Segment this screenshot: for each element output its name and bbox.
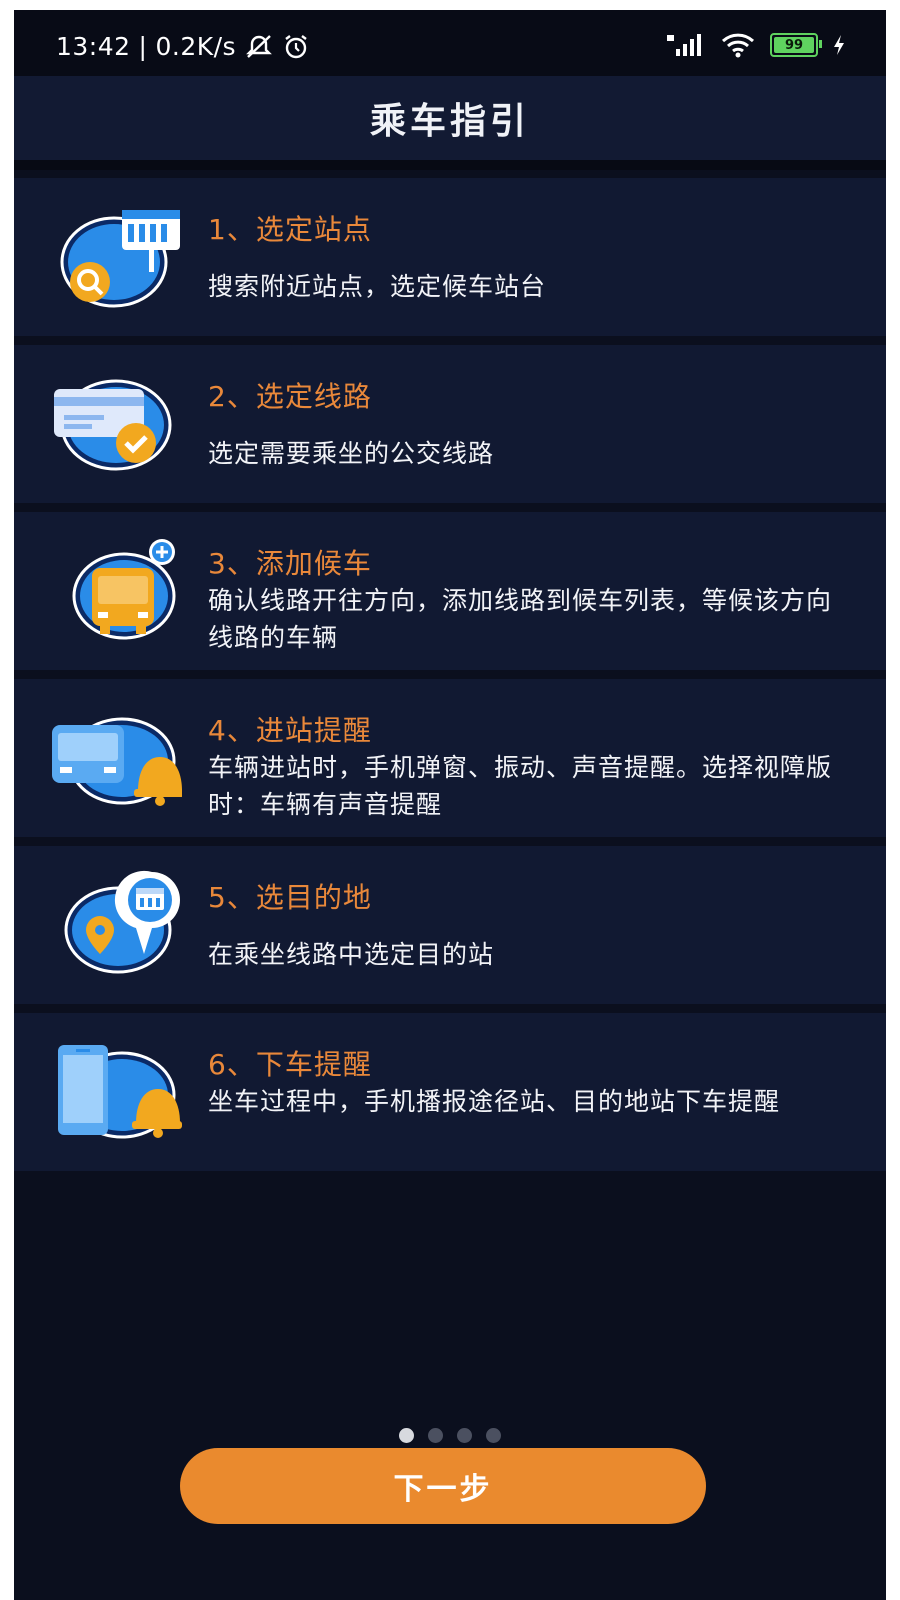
step-select-route: 2、选定线路 选定需要乘坐的公交线路 — [14, 345, 886, 503]
add-bus-icon — [52, 534, 182, 644]
step-description: 选定需要乘坐的公交线路 — [208, 439, 495, 468]
battery-icon: 99 — [770, 33, 822, 57]
page-header: 乘车指引 — [14, 76, 886, 170]
mute-icon — [246, 34, 272, 58]
step-title: 2、选定线路 — [208, 380, 372, 413]
search-station-icon — [52, 200, 182, 310]
step-select-station: 1、选定站点 搜索附近站点，选定候车站台 — [14, 178, 886, 336]
page-title: 乘车指引 — [369, 101, 530, 142]
step-arrival-alert: 4、进站提醒 车辆进站时，手机弹窗、振动、声音提醒。选择视障版时：车辆有声音提醒 — [14, 679, 886, 837]
step-description: 在乘坐线路中选定目的站 — [208, 940, 495, 969]
guide-steps: 1、选定站点 搜索附近站点，选定候车站台 2、选定线路 选定需要乘坐的公交线路 — [14, 178, 886, 1180]
status-divider: | — [138, 32, 148, 61]
page-dot-3[interactable] — [457, 1428, 472, 1443]
step-title: 1、选定站点 — [208, 213, 372, 246]
page-dot-1[interactable] — [399, 1428, 414, 1443]
step-description: 车辆进站时，手机弹窗、振动、声音提醒。选择视障版时：车辆有声音提醒 — [208, 753, 833, 819]
phone-bell-icon — [52, 1035, 182, 1145]
destination-icon — [52, 868, 182, 978]
step-title: 3、添加候车 — [208, 547, 372, 580]
page-indicator — [14, 1428, 886, 1443]
charging-icon — [834, 35, 844, 55]
step-select-destination: 5、选目的地 在乘坐线路中选定目的站 — [14, 846, 886, 1004]
bus-bell-icon — [52, 701, 184, 811]
step-title: 4、进站提醒 — [208, 714, 372, 747]
step-title: 5、选目的地 — [208, 881, 372, 914]
battery-level: 99 — [784, 37, 804, 53]
step-add-waiting: 3、添加候车 确认线路开往方向，添加线路到候车列表，等候该方向线路的车辆 — [14, 512, 886, 670]
app-screen: 13:42 | 0.2K/s 99 乘车指引 1、选定站点 搜索附近站点，选定候… — [14, 10, 886, 1600]
step-title: 6、下车提醒 — [208, 1048, 372, 1081]
step-description: 坐车过程中，手机播报途径站、目的地站下车提醒 — [208, 1087, 781, 1116]
next-step-button[interactable]: 下一步 — [180, 1448, 706, 1524]
step-description: 确认线路开往方向，添加线路到候车列表，等候该方向线路的车辆 — [208, 586, 833, 652]
status-net-speed: 0.2K/s — [155, 32, 237, 61]
wifi-icon — [721, 33, 755, 58]
status-bar: 13:42 | 0.2K/s 99 — [14, 10, 886, 76]
step-getoff-alert: 6、下车提醒 坐车过程中，手机播报途径站、目的地站下车提醒 — [14, 1013, 886, 1171]
status-left: 13:42 | 0.2K/s — [56, 32, 310, 61]
step-description: 搜索附近站点，选定候车站台 — [208, 272, 547, 301]
status-right: 99 — [666, 32, 846, 58]
page-dot-4[interactable] — [486, 1428, 501, 1443]
page-dot-2[interactable] — [428, 1428, 443, 1443]
alarm-icon — [285, 34, 307, 58]
signal-icon — [667, 34, 701, 56]
status-time: 13:42 — [56, 32, 131, 61]
route-check-icon — [52, 367, 182, 477]
